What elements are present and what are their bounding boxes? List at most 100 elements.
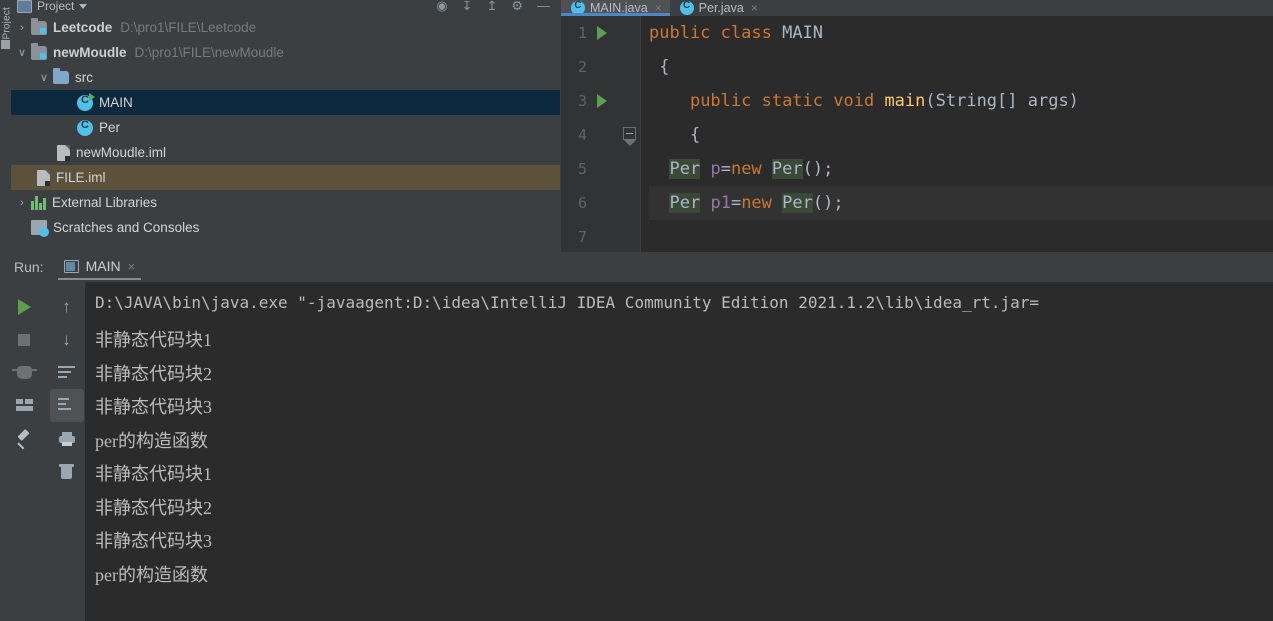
chevron-down-icon[interactable]: ∨ (35, 71, 53, 84)
tree-node-path: D:\pro1\FILE\Leetcode (120, 20, 257, 35)
console-output-line: 非静态代码块2 (95, 363, 212, 384)
console-output-line: 非静态代码块2 (95, 497, 212, 518)
tree-node-per[interactable]: Per (11, 115, 560, 140)
project-tool-window: Project ◉ ↧ ↥ ⚙ — › Leetcode D:\pro1\FIL… (11, 0, 560, 252)
line-number: 1 (577, 24, 587, 42)
gutter-line-7: 7 (561, 220, 640, 254)
editor-tab-main-java[interactable]: MAIN.java × (561, 0, 670, 16)
run-tab-bar: Run: MAIN × (0, 252, 1273, 282)
collapse-all-icon[interactable]: ◉ (436, 1, 447, 12)
settings-gear-icon[interactable]: ⚙ (511, 1, 523, 12)
layout-icon (15, 399, 33, 412)
chevron-down-icon[interactable] (79, 3, 88, 9)
console-output-line: 非静态代码块1 (95, 330, 212, 350)
run-class-icon[interactable] (597, 26, 607, 40)
close-icon[interactable]: × (655, 1, 662, 15)
tree-node-label: Leetcode (53, 20, 113, 35)
run-method-icon[interactable] (597, 94, 607, 108)
run-tool-window: Run: MAIN × ↑ ↓ D:\JAVA\bin\java.exe "-j… (0, 252, 1273, 621)
code-editor[interactable]: 1 2 3 4 5 6 7 public class MAIN {public… (561, 16, 1273, 252)
tree-node-main[interactable]: MAIN (11, 90, 560, 115)
expand-all-icon[interactable]: ↧ (462, 1, 473, 12)
line-number: 2 (577, 58, 587, 76)
editor-gutter[interactable]: 1 2 3 4 5 6 7 (561, 16, 641, 252)
run-tab-main[interactable]: MAIN × (54, 254, 146, 280)
tree-node-leetcode[interactable]: › Leetcode D:\pro1\FILE\Leetcode (11, 15, 560, 40)
stop-button[interactable] (7, 323, 41, 356)
scroll-to-end-button[interactable] (49, 389, 84, 422)
bug-icon (11, 366, 37, 379)
project-panel-title-group[interactable]: Project (17, 0, 88, 13)
tree-node-label: MAIN (99, 95, 133, 110)
iml-file-icon (37, 169, 50, 186)
project-panel-header: Project ◉ ↧ ↥ ⚙ — (11, 0, 560, 13)
close-icon[interactable]: × (128, 259, 136, 274)
tree-node-label: Scratches and Consoles (53, 220, 200, 235)
arrow-down-icon: ↓ (62, 329, 71, 349)
tree-node-scratches[interactable]: Scratches and Consoles (11, 215, 560, 240)
rerun-button[interactable] (7, 290, 41, 323)
iml-file-icon (57, 144, 70, 161)
chevron-down-icon[interactable]: ∨ (13, 46, 31, 59)
stop-icon (18, 333, 30, 346)
module-icon (31, 17, 47, 35)
console-output-line: per的构造函数 (95, 430, 208, 451)
up-button[interactable]: ↑ (50, 290, 84, 323)
code-line-6: Per p1=new Per(); (649, 186, 1273, 220)
print-button[interactable] (50, 422, 84, 455)
editor-tab-per-java[interactable]: Per.java × (670, 0, 766, 16)
tree-node-label: FILE.iml (56, 170, 106, 185)
tree-node-label: src (75, 70, 93, 85)
editor-tab-label: MAIN.java (590, 1, 648, 15)
folder-icon (53, 68, 69, 84)
tree-node-src[interactable]: ∨ src (11, 65, 560, 90)
run-tab-label: MAIN (85, 258, 121, 274)
gutter-line-5: 5 (561, 152, 640, 186)
project-header-actions: ◉ ↧ ↥ ⚙ — (436, 1, 550, 12)
console-output[interactable]: D:\JAVA\bin\java.exe "-javaagent:D:\idea… (85, 282, 1273, 621)
java-class-icon (77, 119, 93, 136)
line-number: 4 (577, 126, 587, 144)
scratches-icon (31, 220, 49, 237)
chevron-right-icon[interactable]: › (13, 22, 31, 34)
gutter-line-6: 6 (561, 186, 640, 220)
soft-wrap-button[interactable] (50, 356, 84, 389)
scroll-to-end-icon (58, 398, 75, 413)
tree-node-label: External Libraries (52, 195, 158, 210)
down-button[interactable]: ↓ (50, 323, 84, 356)
trash-icon (59, 464, 74, 479)
run-panel-label: Run: (14, 259, 44, 275)
arrow-up-icon: ↑ (62, 296, 71, 316)
console-icon (63, 259, 79, 273)
console-actions-toolbar: ↑ ↓ (48, 282, 85, 621)
console-command-line: D:\JAVA\bin\java.exe "-javaagent:D:\idea… (95, 293, 1040, 312)
pin-tab-button[interactable] (7, 422, 41, 455)
tree-node-newmoudle-iml[interactable]: newMoudle.iml (11, 140, 560, 165)
hide-panel-icon[interactable]: — (537, 1, 550, 12)
window-icon (1, 40, 10, 49)
editor-area: MAIN.java × Per.java × 1 2 3 (561, 0, 1273, 252)
tree-node-file-iml[interactable]: FILE.iml (11, 165, 560, 190)
printer-icon (58, 431, 75, 446)
chevron-right-icon[interactable]: › (13, 197, 31, 209)
project-icon (17, 0, 32, 13)
tree-node-external-libraries[interactable]: › External Libraries (11, 190, 560, 215)
close-icon[interactable]: × (751, 1, 758, 15)
fold-collapse-icon[interactable] (623, 127, 636, 146)
code-line-3: public static void main(String[] args) (689, 91, 1079, 111)
select-opened-file-icon[interactable]: ↥ (486, 1, 497, 12)
tree-node-newmoudle[interactable]: ∨ newMoudle D:\pro1\FILE\newMoudle (11, 40, 560, 65)
editor-tab-label: Per.java (698, 1, 744, 15)
clear-all-button[interactable] (50, 455, 84, 488)
module-icon (31, 42, 47, 60)
code-line-5: Per p=new Per(); (669, 159, 834, 179)
debug-button[interactable] (7, 356, 41, 389)
java-class-icon (679, 0, 694, 15)
code-text[interactable]: public class MAIN { public static void m… (641, 16, 1273, 252)
code-line-2: { (659, 57, 670, 77)
tree-node-label: newMoudle.iml (76, 145, 167, 160)
play-icon (17, 298, 31, 315)
pin-icon (16, 431, 32, 447)
layout-settings-button[interactable] (7, 389, 41, 422)
